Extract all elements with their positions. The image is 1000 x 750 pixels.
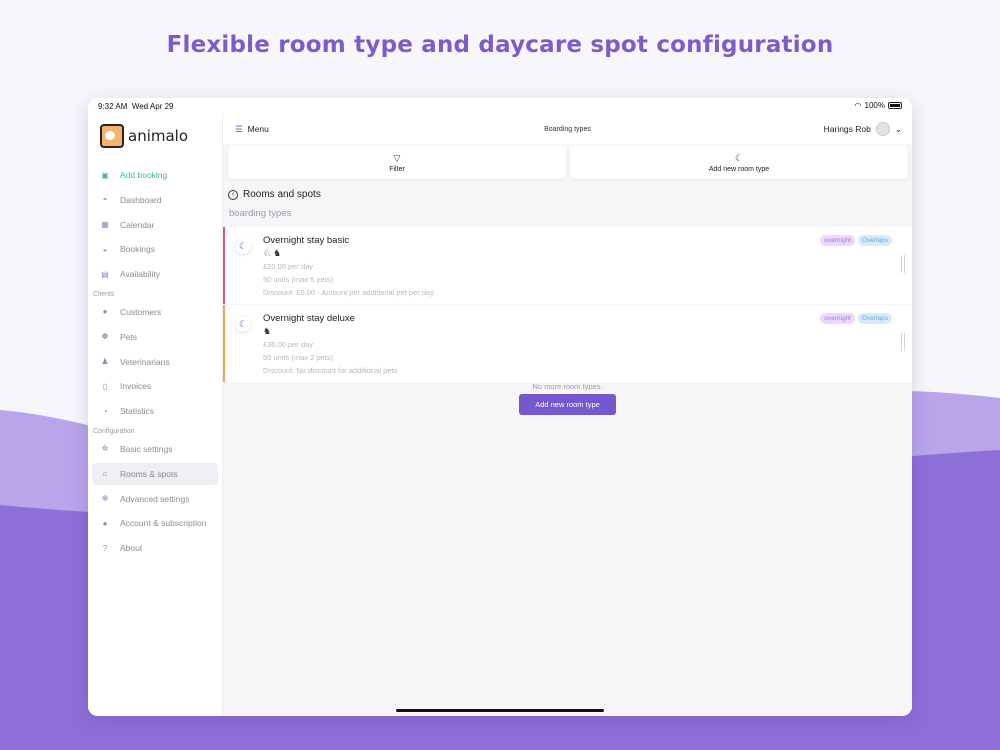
drag-handle[interactable] — [901, 333, 905, 351]
action-bar: ▽ Filter ☾ Add new room type — [228, 146, 908, 179]
tablet-screen: 9:32 AM Wed Apr 29 ◠ 100% animalo ▣ Add b… — [88, 98, 912, 716]
headline: Flexible room type and daycare spot conf… — [166, 32, 834, 58]
availability-icon: ▤ — [101, 269, 109, 279]
add-room-type-button[interactable]: Add new room type — [519, 394, 616, 415]
user-icon: ● — [102, 307, 108, 317]
moon-icon: ☾ — [235, 316, 251, 332]
vet-icon: ♟ — [101, 357, 109, 367]
room-badges: overnight Overlaps — [820, 235, 892, 246]
sidebar-item-rooms-spots[interactable]: ⌂ Rooms & spots — [92, 462, 218, 485]
sidebar-item-account-subscription[interactable]: ● Account & subscription — [92, 512, 218, 534]
sidebar-item-add-booking[interactable]: ▣ Add booking — [92, 164, 218, 186]
sidebar: animalo ▣ Add booking ◓ Dashboard ▦ Calenda… — [88, 114, 223, 716]
room-price: £30.00 per day — [263, 340, 314, 349]
room-discount: Discount: £5.00 - Amount per additional … — [263, 288, 434, 297]
sidebar-nav: ▣ Add booking ◓ Dashboard ▦ Calendar ◒ Booki… — [92, 164, 218, 562]
room-card[interactable]: ☾ Overnight stay deluxe ♞ £30.00 per day… — [223, 305, 912, 382]
back-arrow-icon: ‹ — [228, 189, 238, 200]
section-configuration: Configuration — [93, 427, 135, 435]
question-icon: ? — [102, 543, 108, 553]
sidebar-item-statistics[interactable]: ◔ Statistics — [92, 400, 218, 422]
paw-icon: ✽ — [101, 332, 109, 342]
gauge-icon: ◓ — [102, 195, 108, 205]
room-name: Overnight stay basic — [263, 235, 350, 246]
gears-icon: ✻ — [101, 494, 109, 504]
rooms-icon: ⌂ — [102, 469, 108, 479]
moon-icon: ☾ — [235, 238, 251, 254]
home-indicator[interactable] — [396, 709, 604, 712]
overnight-badge: overnight — [820, 313, 855, 324]
status-bar: 9:32 AM Wed Apr 29 ◠ 100% — [88, 98, 912, 114]
battery-percent: 100% — [864, 101, 885, 110]
overlaps-badge: Overlaps — [857, 313, 892, 324]
avatar — [875, 122, 890, 136]
cat-icon: ♘ — [263, 248, 274, 258]
sidebar-item-availability[interactable]: ▤ Availability — [92, 263, 218, 285]
room-type-list: ☾ Overnight stay basic ♘♞ £20.00 per day… — [223, 227, 912, 383]
sidebar-item-pets[interactable]: ✽ Pets — [92, 326, 218, 348]
sidebar-item-dashboard[interactable]: ◓ Dashboard — [92, 189, 218, 211]
pet-type-icons: ♘♞ — [263, 248, 283, 259]
page-title: Boarding types — [544, 126, 591, 133]
filter-icon: ▽ — [393, 152, 401, 163]
sidebar-item-veterinarians[interactable]: ♟ Veterinarians — [92, 351, 218, 373]
logo-icon — [100, 124, 124, 148]
room-units: 50 units (max 2 pets) — [263, 353, 334, 362]
user-name: Harings Rob — [823, 124, 871, 134]
drag-handle[interactable] — [901, 255, 905, 273]
dog-icon: ♞ — [273, 248, 284, 258]
status-time: 9:32 AM Wed Apr 29 — [98, 102, 174, 111]
room-discount: Discount: No discount for additional pet… — [263, 366, 398, 375]
add-room-type-action[interactable]: ☾ Add new room type — [570, 146, 908, 179]
overnight-badge: overnight — [820, 235, 855, 246]
sidebar-item-invoices[interactable]: ▯ Invoices — [92, 375, 218, 397]
battery-icon — [888, 102, 902, 109]
section-clients: Clients — [93, 290, 115, 298]
room-color-stripe — [223, 305, 225, 382]
chevron-down-icon: ⌄ — [894, 123, 902, 134]
statistics-icon: ◔ — [102, 406, 108, 416]
sidebar-item-bookings[interactable]: ◒ Bookings — [92, 238, 218, 260]
account-icon: ● — [102, 518, 108, 528]
invoice-icon: ▯ — [102, 381, 108, 391]
overlaps-badge: Overlaps — [857, 235, 892, 246]
sidebar-item-basic-settings[interactable]: ✲ Basic settings — [92, 438, 218, 460]
top-bar: ☰ Menu Boarding types Harings Rob ⌄ — [223, 114, 912, 144]
room-name: Overnight stay deluxe — [263, 313, 355, 324]
logo-text: animalo — [128, 127, 189, 145]
sidebar-item-about[interactable]: ? About — [92, 537, 218, 559]
room-card[interactable]: ☾ Overnight stay basic ♘♞ £20.00 per day… — [223, 227, 912, 304]
filter-button[interactable]: ▽ Filter — [228, 146, 566, 179]
no-more-message: No more room types. — [532, 382, 603, 391]
calendar-icon: ▦ — [101, 220, 109, 230]
sidebar-item-advanced-settings[interactable]: ✻ Advanced settings — [92, 488, 218, 510]
section-subheading: boarding types — [229, 208, 292, 219]
plus-square-icon: ▣ — [101, 170, 109, 180]
dog-icon: ♞ — [263, 326, 274, 336]
sidebar-item-customers[interactable]: ● Customers — [92, 301, 218, 323]
bookings-icon: ◒ — [102, 244, 108, 254]
room-badges: overnight Overlaps — [820, 313, 892, 324]
wifi-icon: ◠ — [854, 101, 862, 110]
room-color-stripe — [223, 227, 225, 304]
moon-icon: ☾ — [734, 152, 744, 163]
pet-type-icons: ♞ — [263, 326, 273, 337]
gear-icon: ✲ — [101, 444, 109, 454]
room-units: 50 units (max 5 pets) — [263, 275, 334, 284]
logo: animalo — [100, 124, 188, 148]
back-link[interactable]: ‹ Rooms and spots — [228, 189, 321, 200]
status-right: ◠ 100% — [855, 101, 902, 110]
main-content: ☰ Menu Boarding types Harings Rob ⌄ ▽ Fil… — [223, 114, 912, 716]
sidebar-item-calendar[interactable]: ▦ Calendar — [92, 214, 218, 236]
room-price: £20.00 per day — [263, 262, 314, 271]
user-menu[interactable]: Harings Rob ⌄ — [824, 122, 902, 136]
